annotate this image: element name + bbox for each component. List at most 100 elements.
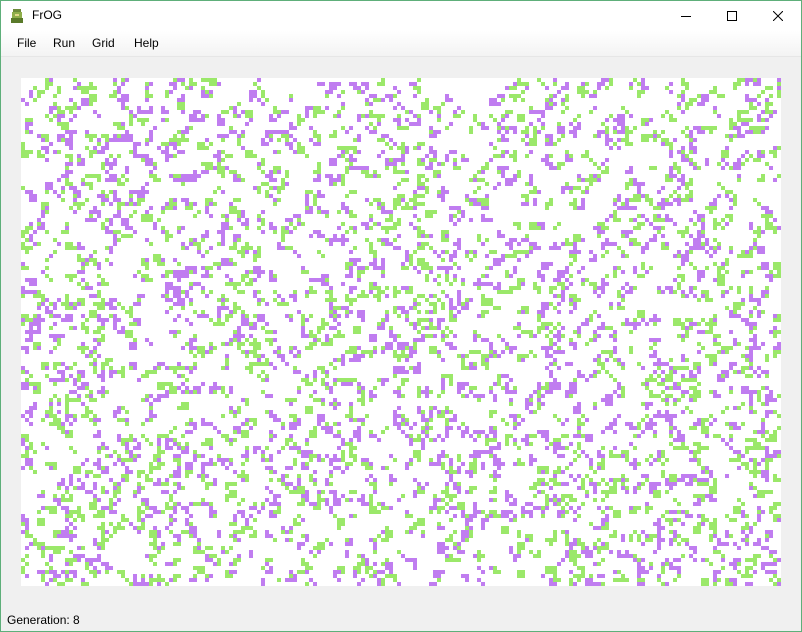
live-cell-green[interactable]: [533, 186, 537, 190]
live-cell-green[interactable]: [361, 394, 365, 398]
live-cell-purple[interactable]: [477, 282, 481, 286]
live-cell-purple[interactable]: [169, 438, 173, 442]
live-cell-green[interactable]: [749, 330, 753, 334]
live-cell-purple[interactable]: [605, 394, 609, 398]
live-cell-purple[interactable]: [393, 142, 397, 146]
live-cell-purple[interactable]: [489, 102, 493, 106]
live-cell-purple[interactable]: [277, 346, 281, 350]
live-cell-purple[interactable]: [533, 334, 537, 338]
live-cell-purple[interactable]: [377, 154, 381, 158]
live-cell-green[interactable]: [593, 334, 597, 338]
live-cell-green[interactable]: [117, 454, 121, 458]
live-cell-green[interactable]: [237, 174, 241, 178]
live-cell-green[interactable]: [613, 270, 617, 274]
live-cell-green[interactable]: [765, 214, 769, 218]
live-cell-green[interactable]: [257, 302, 261, 306]
live-cell-purple[interactable]: [305, 334, 309, 338]
live-cell-green[interactable]: [421, 410, 425, 414]
live-cell-green[interactable]: [717, 274, 721, 278]
live-cell-green[interactable]: [345, 170, 349, 174]
live-cell-purple[interactable]: [537, 110, 541, 114]
maximize-button[interactable]: [709, 1, 755, 31]
live-cell-green[interactable]: [357, 326, 361, 330]
live-cell-purple[interactable]: [193, 270, 197, 274]
live-cell-purple[interactable]: [89, 394, 93, 398]
live-cell-green[interactable]: [677, 282, 681, 286]
live-cell-green[interactable]: [685, 230, 689, 234]
live-cell-green[interactable]: [573, 206, 577, 210]
live-cell-purple[interactable]: [665, 286, 669, 290]
live-cell-purple[interactable]: [493, 434, 497, 438]
live-cell-purple[interactable]: [105, 142, 109, 146]
live-cell-purple[interactable]: [269, 430, 273, 434]
live-cell-purple[interactable]: [305, 194, 309, 198]
live-cell-purple[interactable]: [697, 274, 701, 278]
live-cell-purple[interactable]: [569, 342, 573, 346]
live-cell-green[interactable]: [145, 370, 149, 374]
live-cell-purple[interactable]: [129, 346, 133, 350]
live-cell-green[interactable]: [209, 78, 213, 82]
live-cell-purple[interactable]: [169, 174, 173, 178]
live-cell-green[interactable]: [237, 214, 241, 218]
live-cell-purple[interactable]: [305, 454, 309, 458]
live-cell-purple[interactable]: [285, 314, 289, 318]
live-cell-purple[interactable]: [765, 262, 769, 266]
live-cell-purple[interactable]: [373, 350, 377, 354]
live-cell-purple[interactable]: [97, 466, 101, 470]
live-cell-green[interactable]: [25, 230, 29, 234]
live-cell-green[interactable]: [589, 174, 593, 178]
live-cell-purple[interactable]: [729, 314, 733, 318]
live-cell-green[interactable]: [69, 154, 73, 158]
live-cell-purple[interactable]: [69, 162, 73, 166]
live-cell-purple[interactable]: [613, 330, 617, 334]
live-cell-green[interactable]: [73, 466, 77, 470]
live-cell-green[interactable]: [473, 350, 477, 354]
live-cell-purple[interactable]: [201, 314, 205, 318]
live-cell-green[interactable]: [729, 434, 733, 438]
live-cell-green[interactable]: [617, 266, 621, 270]
live-cell-green[interactable]: [745, 438, 749, 442]
live-cell-purple[interactable]: [305, 438, 309, 442]
live-cell-green[interactable]: [185, 442, 189, 446]
live-cell-purple[interactable]: [61, 114, 65, 118]
live-cell-purple[interactable]: [401, 306, 405, 310]
live-cell-green[interactable]: [361, 294, 365, 298]
live-cell-green[interactable]: [541, 126, 545, 130]
live-cell-green[interactable]: [265, 458, 269, 462]
live-cell-green[interactable]: [377, 198, 381, 202]
live-cell-purple[interactable]: [145, 182, 149, 186]
live-cell-purple[interactable]: [357, 266, 361, 270]
live-cell-purple[interactable]: [221, 122, 225, 126]
live-cell-purple[interactable]: [665, 398, 669, 402]
live-cell-purple[interactable]: [741, 122, 745, 126]
live-cell-purple[interactable]: [541, 430, 545, 434]
live-cell-green[interactable]: [513, 250, 517, 254]
live-cell-green[interactable]: [101, 306, 105, 310]
live-cell-purple[interactable]: [633, 458, 637, 462]
live-cell-purple[interactable]: [677, 198, 681, 202]
live-cell-green[interactable]: [721, 186, 725, 190]
live-cell-green[interactable]: [93, 86, 97, 90]
live-cell-green[interactable]: [749, 270, 753, 274]
live-cell-green[interactable]: [773, 262, 777, 266]
live-cell-green[interactable]: [581, 282, 585, 286]
live-cell-green[interactable]: [221, 390, 225, 394]
live-cell-green[interactable]: [545, 386, 549, 390]
live-cell-green[interactable]: [537, 318, 541, 322]
live-cell-green[interactable]: [209, 442, 213, 446]
live-cell-green[interactable]: [349, 298, 353, 302]
live-cell-purple[interactable]: [549, 106, 553, 110]
live-cell-green[interactable]: [129, 334, 133, 338]
live-cell-green[interactable]: [657, 230, 661, 234]
live-cell-purple[interactable]: [225, 458, 229, 462]
live-cell-purple[interactable]: [545, 86, 549, 90]
live-cell-purple[interactable]: [433, 250, 437, 254]
live-cell-purple[interactable]: [97, 262, 101, 266]
live-cell-green[interactable]: [601, 366, 605, 370]
live-cell-purple[interactable]: [585, 454, 589, 458]
live-cell-purple[interactable]: [141, 190, 145, 194]
live-cell-green[interactable]: [609, 114, 613, 118]
live-cell-green[interactable]: [173, 202, 177, 206]
live-cell-purple[interactable]: [313, 374, 317, 378]
live-cell-purple[interactable]: [329, 90, 333, 94]
